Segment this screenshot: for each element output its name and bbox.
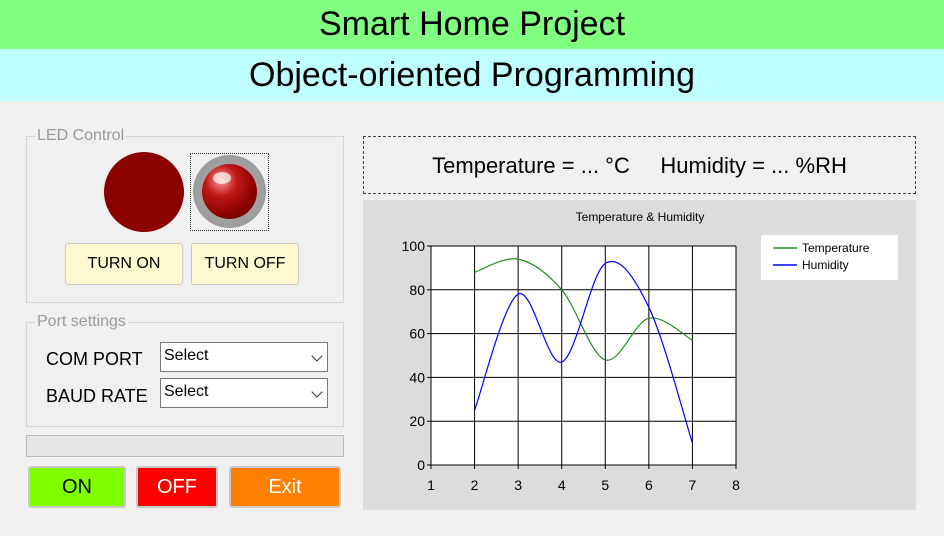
chart-title: Temperature & Humidity (576, 210, 705, 224)
baud-rate-select[interactable]: Select (160, 378, 328, 408)
x-tick-label: 5 (601, 477, 609, 493)
sensor-readout: Temperature = ... °C Humidity = ... %RH (363, 136, 916, 194)
y-tick-label: 0 (417, 457, 425, 473)
legend-label: Temperature (802, 241, 870, 255)
x-tick-label: 4 (558, 477, 566, 493)
com-port-label: COM PORT (46, 349, 143, 369)
chart-area: 1 2 3 4 5 6 7 8 0 20 40 60 80 100 Temperature & Humidi… (363, 200, 916, 510)
y-tick-label: 80 (409, 282, 425, 298)
x-tick-label: 8 (732, 477, 740, 493)
port-settings-title: Port settings (35, 313, 128, 331)
y-tick-label: 100 (402, 238, 426, 254)
turn-off-button[interactable]: TURN OFF (191, 243, 299, 285)
progress-bar (26, 435, 344, 457)
y-tick-label: 20 (409, 413, 425, 429)
led-indicator (104, 152, 184, 232)
on-button[interactable]: ON (28, 466, 126, 508)
legend-label: Humidity (802, 258, 849, 272)
led-bulb-lens (202, 164, 257, 219)
x-tick-label: 2 (471, 477, 479, 493)
led-bulb-icon[interactable] (193, 155, 266, 228)
y-tick-label: 60 (409, 326, 425, 342)
plot-area (431, 246, 736, 465)
led-control-title: LED Control (35, 127, 127, 145)
app-title: Smart Home Project (0, 0, 944, 49)
off-button[interactable]: OFF (136, 466, 218, 508)
port-settings-group: Port settings (26, 313, 344, 427)
chevron-down-icon (311, 386, 323, 398)
turn-on-button[interactable]: TURN ON (65, 243, 183, 285)
exit-button[interactable]: Exit (229, 466, 341, 508)
chevron-down-icon (311, 350, 323, 362)
y-tick-label: 40 (409, 369, 425, 385)
app-subtitle: Object-oriented Programming (0, 49, 944, 101)
x-tick-label: 3 (514, 477, 522, 493)
baud-rate-label: BAUD RATE (46, 386, 148, 406)
x-tick-label: 7 (689, 477, 697, 493)
com-port-value: Select (164, 347, 209, 364)
line-chart: 1 2 3 4 5 6 7 8020406080100Temperature & Humidi… (402, 210, 898, 493)
x-tick-label: 6 (645, 477, 653, 493)
x-tick-label: 1 (427, 477, 435, 493)
com-port-select[interactable]: Select (160, 342, 328, 372)
baud-rate-value: Select (164, 383, 209, 400)
